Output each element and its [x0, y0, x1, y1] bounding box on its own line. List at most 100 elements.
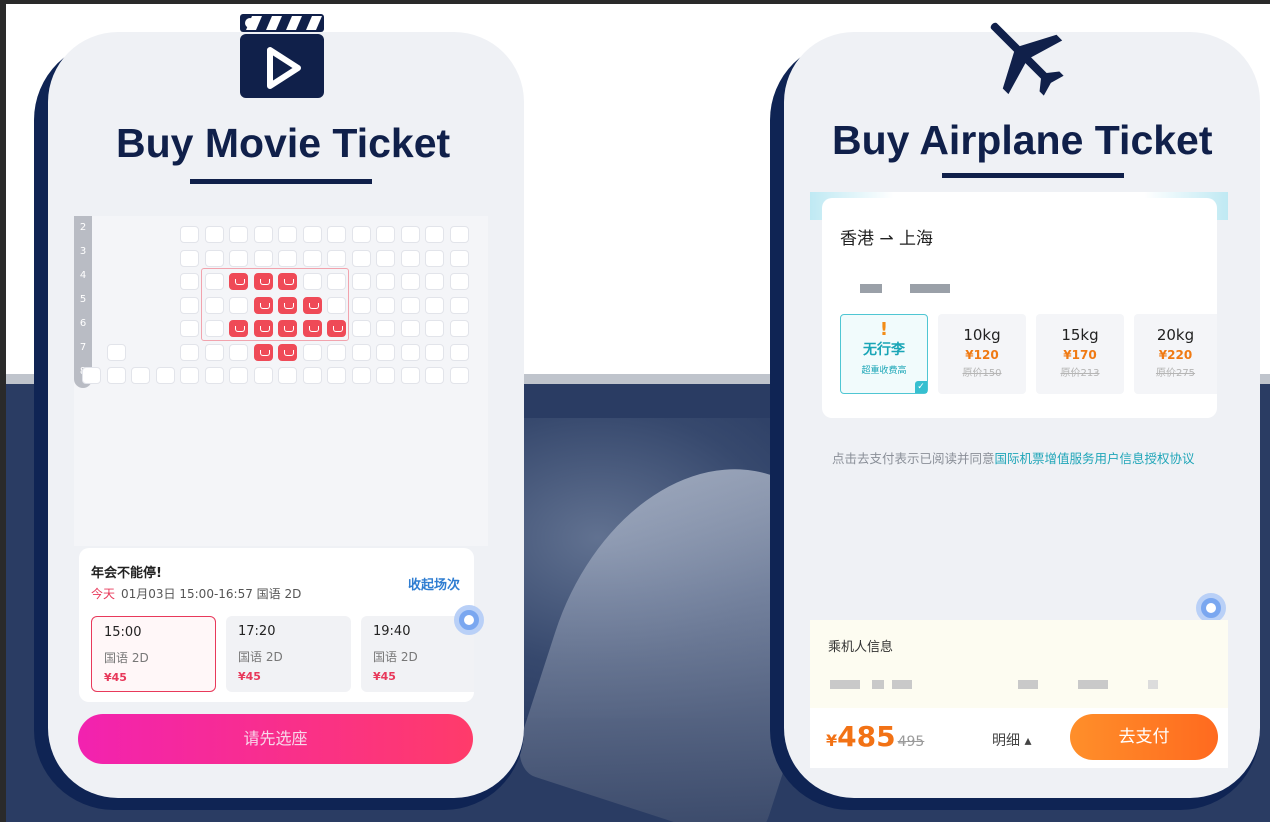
seat-available[interactable] — [106, 367, 126, 384]
show-date: 今天 01月03日 15:00-16:57 国语 2D — [91, 585, 301, 602]
seat-available[interactable] — [400, 296, 420, 314]
seat-available[interactable] — [180, 226, 199, 243]
seat-available[interactable] — [425, 296, 444, 314]
seat-available[interactable] — [351, 296, 371, 314]
floating-assist-button[interactable] — [454, 605, 484, 635]
seat-available[interactable] — [376, 320, 395, 337]
seat-available[interactable] — [376, 296, 395, 314]
seat-available[interactable] — [449, 320, 469, 337]
slot-price: ¥45 — [238, 670, 261, 683]
seat-available[interactable] — [204, 249, 224, 267]
seat-available[interactable] — [229, 343, 248, 361]
airplane-title-underline — [942, 173, 1124, 178]
seat-available[interactable] — [180, 296, 199, 314]
seat-available[interactable] — [229, 249, 248, 267]
seat-available[interactable] — [425, 249, 444, 267]
slot-time: 19:40 — [373, 624, 411, 639]
seat-available[interactable] — [376, 273, 395, 290]
seat-available[interactable] — [180, 320, 199, 337]
seat-available[interactable] — [327, 367, 346, 384]
seat-available[interactable] — [253, 226, 273, 243]
seat-available[interactable] — [400, 320, 420, 337]
seat-available[interactable] — [376, 367, 395, 384]
luggage-price: ¥120 — [965, 348, 999, 362]
seat-available[interactable] — [425, 343, 444, 361]
seat-available[interactable] — [327, 249, 346, 267]
luggage-option-none[interactable]: ! 无行李 超重收费高 ✓ — [840, 314, 928, 394]
seat-available[interactable] — [425, 226, 444, 243]
seat-available[interactable] — [180, 343, 199, 361]
seat-available[interactable] — [302, 343, 322, 361]
row-number: 2 — [79, 222, 87, 233]
flight-card: 香港 ⇀ 上海 ! 无行李 超重收费高 ✓ 10kg ¥120 原价150 15… — [822, 198, 1217, 418]
choose-seat-button[interactable]: 请先选座 — [78, 714, 473, 764]
redacted-passenger-info — [830, 680, 860, 689]
seat-selected[interactable] — [278, 343, 297, 361]
slot-time: 15:00 — [104, 625, 142, 640]
seat-map[interactable]: 2345678 — [74, 216, 488, 546]
seat-available[interactable] — [425, 273, 444, 290]
showtime-slot[interactable]: 15:00 国语 2D ¥45 — [91, 616, 216, 692]
showtime-slot[interactable]: 17:20 国语 2D ¥45 — [226, 616, 351, 692]
seat-available[interactable] — [400, 273, 420, 290]
seat-available[interactable] — [253, 367, 273, 384]
seat-available[interactable] — [106, 343, 126, 361]
seat-available[interactable] — [278, 367, 297, 384]
seat-available[interactable] — [449, 249, 469, 267]
price-detail-toggle[interactable]: 明细 ▴ — [992, 730, 1031, 750]
seat-available[interactable] — [400, 249, 420, 267]
luggage-sub: 超重收费高 — [861, 366, 907, 376]
seat-available[interactable] — [302, 249, 322, 267]
luggage-option[interactable]: 15kg ¥170 原价213 — [1036, 314, 1124, 394]
redacted-passenger-info — [1018, 680, 1038, 689]
seat-available[interactable] — [449, 343, 469, 361]
seat-available[interactable] — [400, 226, 420, 243]
seat-available[interactable] — [278, 249, 297, 267]
seat-available[interactable] — [180, 367, 199, 384]
luggage-original-price: 原价150 — [962, 368, 1002, 379]
movie-name: 年会不能停! — [91, 566, 162, 581]
seat-available[interactable] — [351, 320, 371, 337]
seat-available[interactable] — [327, 226, 346, 243]
seat-available[interactable] — [278, 226, 297, 243]
seat-selected[interactable] — [253, 343, 273, 361]
seat-available[interactable] — [204, 343, 224, 361]
seat-available[interactable] — [449, 296, 469, 314]
seat-available[interactable] — [302, 367, 322, 384]
seat-available[interactable] — [302, 226, 322, 243]
seat-available[interactable] — [425, 367, 444, 384]
seat-available[interactable] — [180, 249, 199, 267]
seat-available[interactable] — [449, 367, 469, 384]
seat-available[interactable] — [351, 226, 371, 243]
seat-available[interactable] — [204, 367, 224, 384]
seat-available[interactable] — [82, 367, 101, 384]
pay-button[interactable]: 去支付 — [1070, 714, 1218, 760]
seat-available[interactable] — [229, 367, 248, 384]
seat-available[interactable] — [449, 273, 469, 290]
seat-available[interactable] — [327, 343, 346, 361]
seat-available[interactable] — [253, 249, 273, 267]
seat-available[interactable] — [376, 226, 395, 243]
seat-available[interactable] — [376, 249, 395, 267]
seat-available[interactable] — [351, 367, 371, 384]
floating-assist-button[interactable] — [1196, 593, 1226, 623]
agreement-link[interactable]: 国际机票增值服务用户信息授权协议 — [995, 451, 1195, 466]
seat-available[interactable] — [425, 320, 444, 337]
luggage-option[interactable]: 10kg ¥120 原价150 — [938, 314, 1026, 394]
seat-available[interactable] — [229, 226, 248, 243]
seat-available[interactable] — [449, 226, 469, 243]
redacted-passenger-info — [1078, 680, 1108, 689]
seat-available[interactable] — [376, 343, 395, 361]
collapse-showtimes-link[interactable]: 收起场次 — [408, 574, 460, 593]
seat-available[interactable] — [155, 367, 175, 384]
seat-available[interactable] — [180, 273, 199, 290]
seat-available[interactable] — [351, 273, 371, 290]
seat-available[interactable] — [131, 367, 150, 384]
seat-available[interactable] — [351, 343, 371, 361]
seat-available[interactable] — [400, 367, 420, 384]
flight-route: 香港 ⇀ 上海 — [840, 229, 934, 249]
seat-available[interactable] — [351, 249, 371, 267]
seat-available[interactable] — [400, 343, 420, 361]
luggage-option[interactable]: 20kg ¥220 原价275 — [1134, 314, 1217, 394]
seat-available[interactable] — [204, 226, 224, 243]
